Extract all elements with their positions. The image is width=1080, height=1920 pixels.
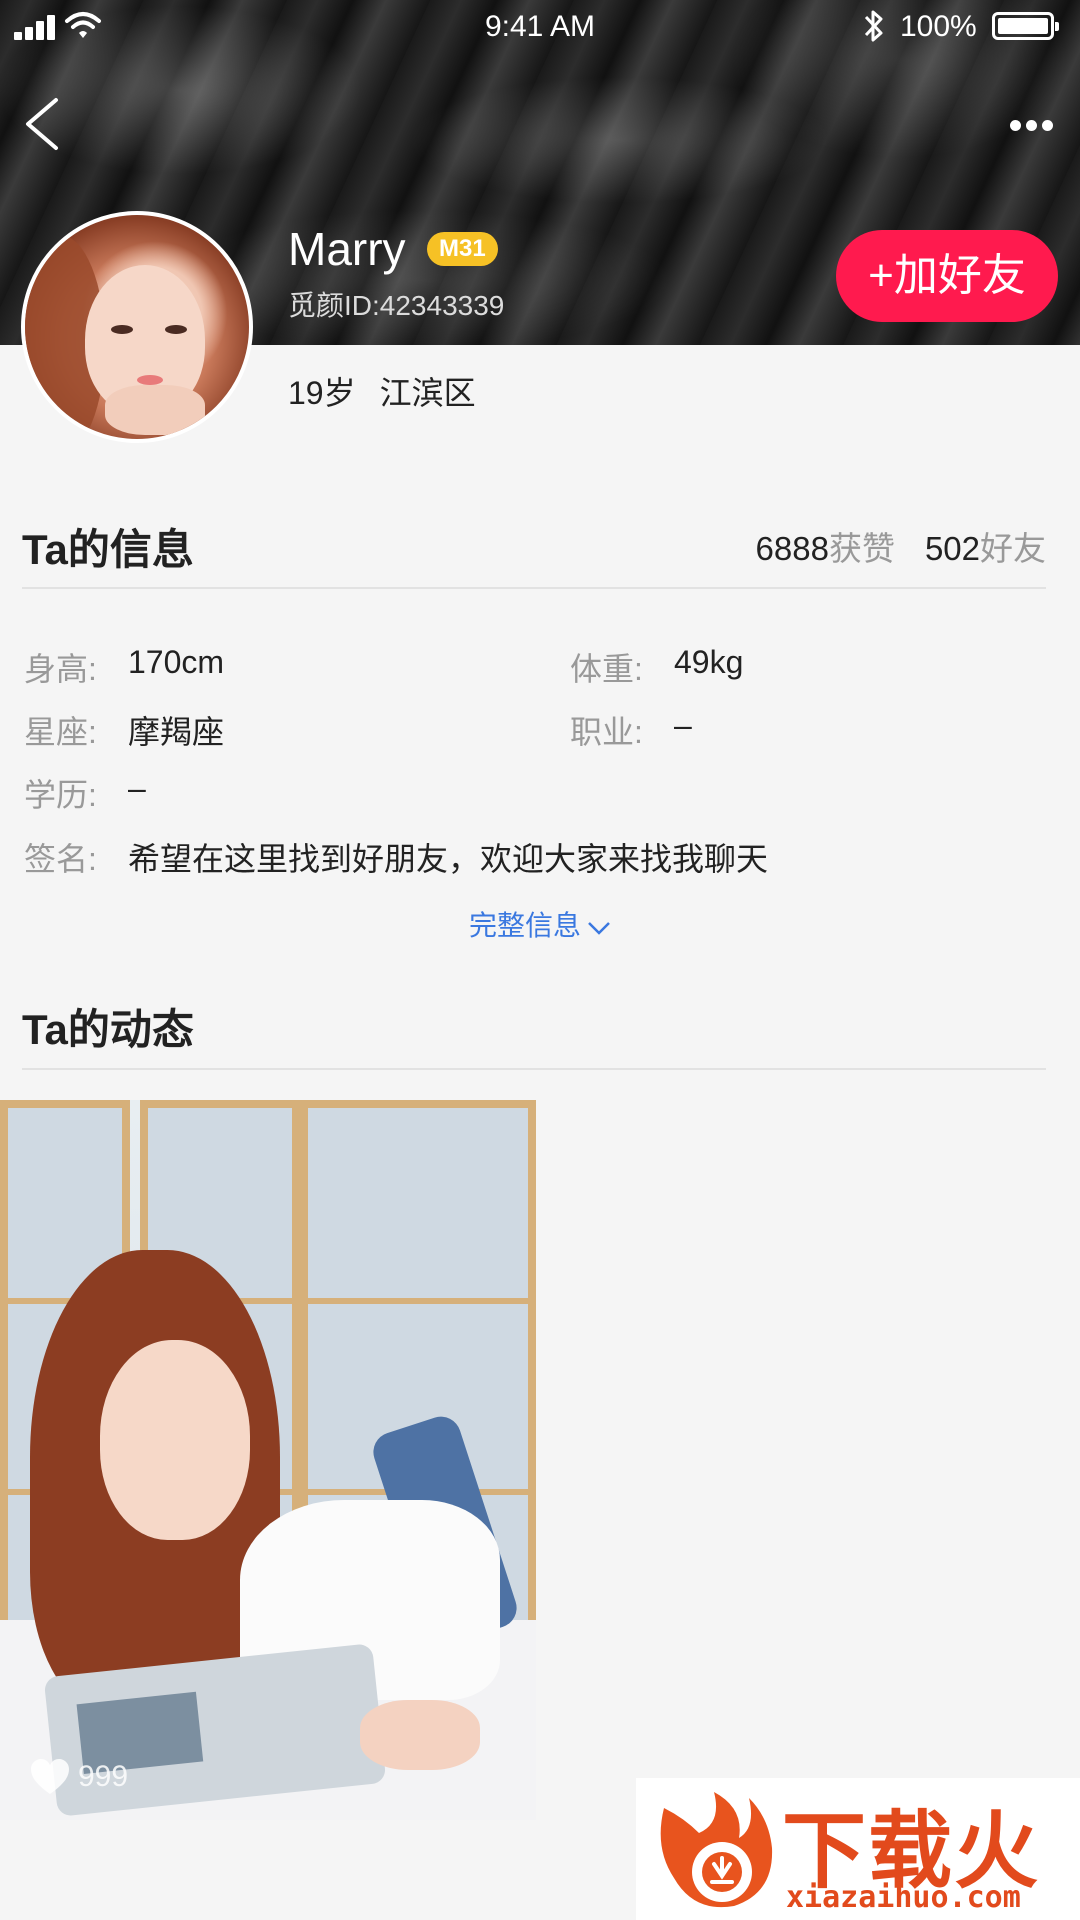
zodiac-label: 星座: <box>24 714 97 750</box>
height-label: 身高: <box>24 651 97 687</box>
job-label: 职业: <box>570 714 643 750</box>
watermark: 下载火 xiazaihuo.com <box>636 1778 1080 1920</box>
full-info-label: 完整信息 <box>468 910 581 941</box>
likes-label: 获赞 <box>828 530 895 567</box>
height-value: 170cm <box>128 644 225 680</box>
education-label: 学历: <box>24 777 97 813</box>
bluetooth-icon <box>864 10 883 42</box>
friends-label: 好友 <box>980 530 1046 567</box>
age-area: 19岁 江滨区 <box>288 368 476 414</box>
posts-divider <box>22 1068 1046 1070</box>
battery-percent: 100% <box>900 10 977 43</box>
add-friend-button[interactable]: +加好友 <box>836 230 1058 322</box>
full-info-link[interactable]: 完整信息 <box>0 904 1080 944</box>
flame-logo-icon <box>660 1792 773 1908</box>
weight-value: 49kg <box>674 644 744 680</box>
post-thumbnail[interactable] <box>0 1100 536 1820</box>
profile-stats: 6888获赞 502好友 <box>756 522 1046 570</box>
likes-count: 6888 <box>755 530 829 567</box>
more-button[interactable] <box>1010 118 1058 136</box>
back-button[interactable] <box>20 96 66 152</box>
zodiac-value: 摩羯座 <box>128 714 225 750</box>
post-like[interactable]: 999 <box>28 1756 128 1796</box>
weight-label: 体重: <box>570 651 643 687</box>
chevron-down-icon <box>588 921 610 935</box>
info-section-title: Ta的信息 <box>22 526 194 573</box>
battery-icon <box>992 12 1059 40</box>
post-like-count: 999 <box>78 1760 129 1794</box>
heart-outline-icon <box>31 1759 69 1795</box>
avatar[interactable] <box>21 211 253 443</box>
posts-section-title: Ta的动态 <box>22 1006 194 1053</box>
level-badge: M31 <box>427 232 498 266</box>
job-value: – <box>674 707 692 743</box>
area: 江滨区 <box>379 375 476 411</box>
info-divider <box>22 587 1046 589</box>
friends-count: 502 <box>924 530 980 567</box>
more-dots-icon <box>1010 120 1021 131</box>
profile-name: Marry <box>288 223 406 275</box>
education-value: – <box>128 770 146 806</box>
watermark-url: xiazaihuo.com <box>786 1880 1021 1915</box>
signature-label: 签名: <box>24 841 97 877</box>
age: 19岁 <box>288 375 356 411</box>
user-id: 觅颜ID:42343339 <box>288 290 505 321</box>
signature-value: 希望在这里找到好朋友，欢迎大家来找我聊天 <box>128 841 769 877</box>
status-bar: 9:41 AM 100% <box>0 0 1080 54</box>
